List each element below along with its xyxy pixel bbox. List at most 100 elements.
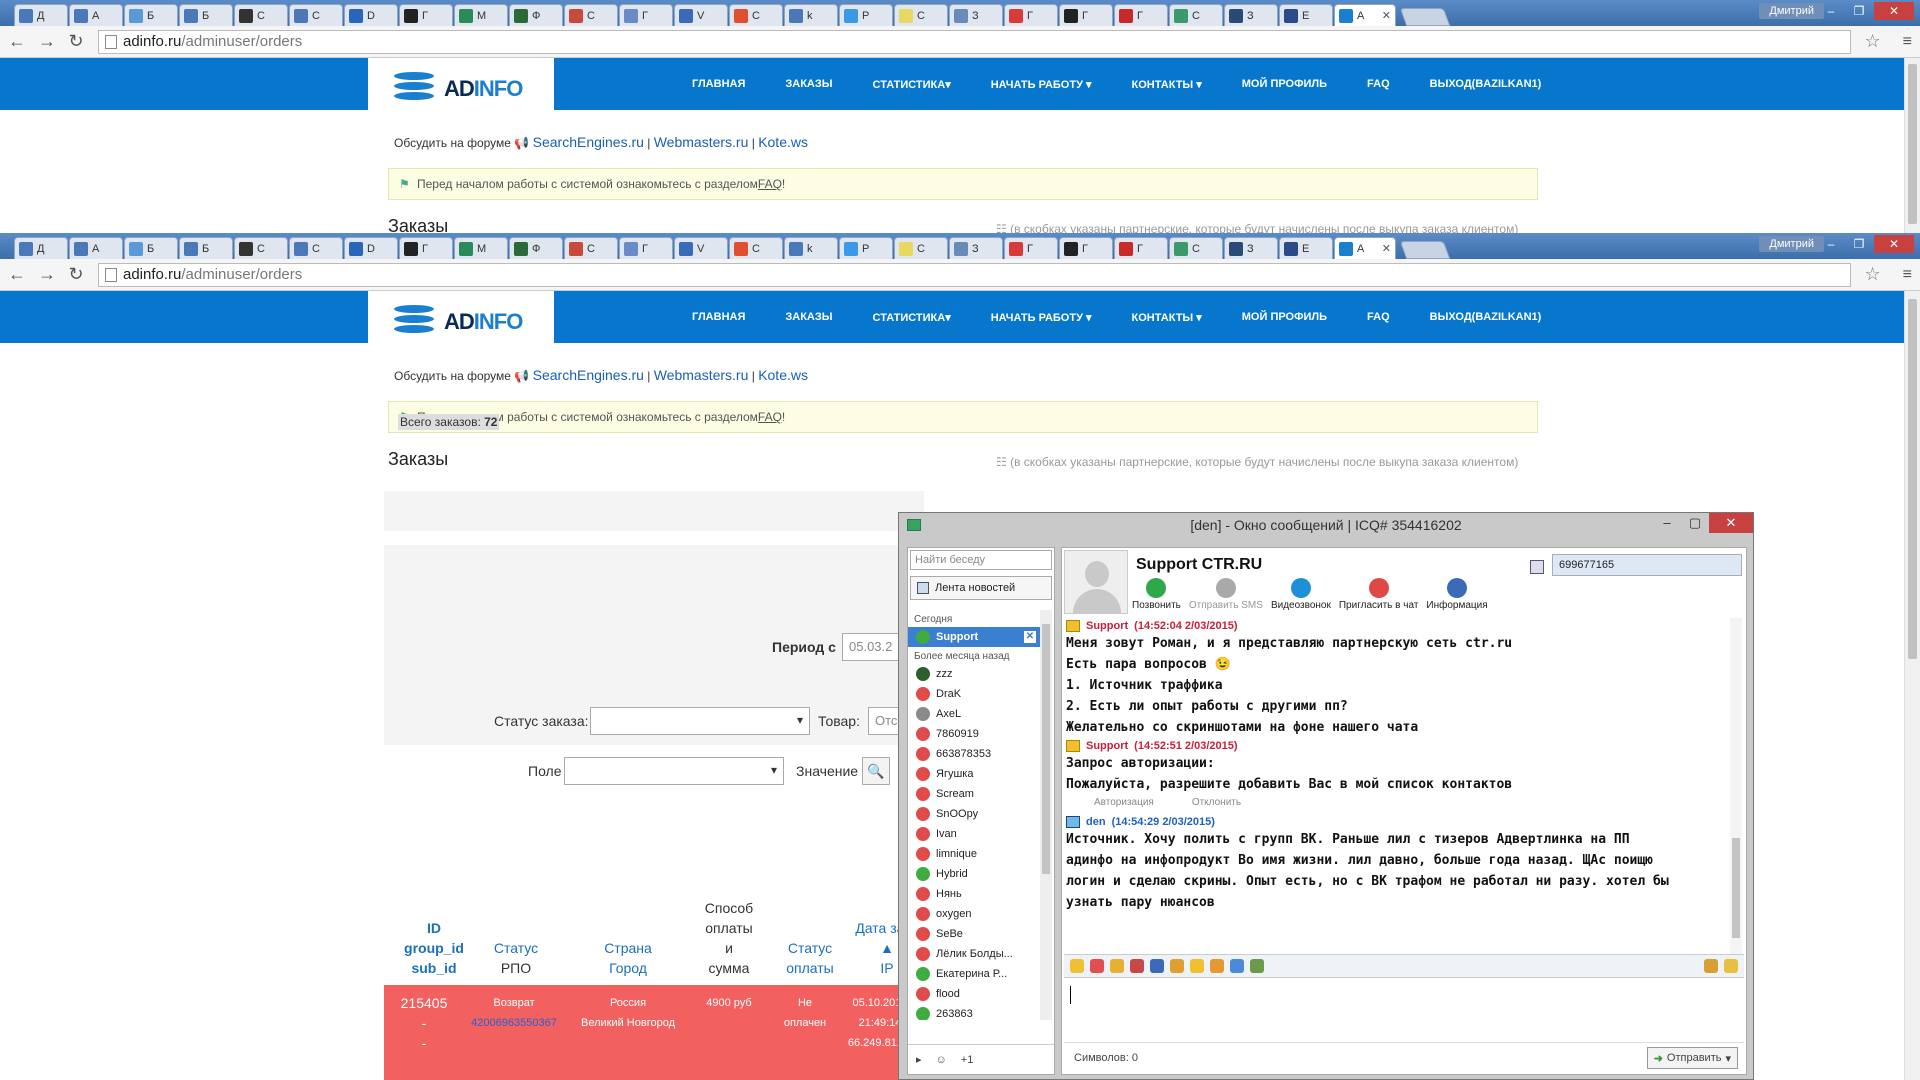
page-scrollbar[interactable] <box>1904 58 1920 233</box>
browser-tab[interactable]: D <box>344 237 398 259</box>
contact-item[interactable]: AxeL <box>908 704 1040 724</box>
profile-badge[interactable]: Дмитрий <box>1759 3 1824 19</box>
contact-item[interactable]: SeBe <box>908 924 1040 944</box>
forum-link-kote[interactable]: Kote.ws <box>758 367 808 383</box>
site-logo[interactable]: ADINFO <box>368 58 554 120</box>
minimize-icon[interactable]: – <box>1818 2 1844 20</box>
nav-item[interactable]: ГЛАВНАЯ <box>672 78 765 90</box>
forward-icon[interactable]: → <box>38 31 56 52</box>
browser-tab[interactable]: k <box>784 237 838 259</box>
browser-tab[interactable]: V <box>674 4 728 26</box>
reload-icon[interactable]: ↻ <box>68 31 84 52</box>
browser-tab[interactable]: С <box>729 237 783 259</box>
table-header-cell[interactable]: Статус РПО <box>464 938 568 978</box>
contact-item[interactable]: 263863 <box>908 1004 1040 1020</box>
reload-icon[interactable]: ↻ <box>68 264 84 285</box>
contact-support[interactable]: Support ✕ <box>908 627 1040 647</box>
field-select[interactable] <box>564 757 784 785</box>
forum-link-searchengines[interactable]: SearchEngines.ru <box>533 367 644 383</box>
close-conversation-icon[interactable]: ✕ <box>1024 631 1036 643</box>
browser-tab[interactable]: Б <box>124 4 178 26</box>
tab-close-icon[interactable]: ✕ <box>1382 9 1391 22</box>
browser-tab[interactable]: З <box>949 237 1003 259</box>
nav-item[interactable]: МОЙ ПРОФИЛЬ <box>1222 78 1347 90</box>
browser-tab[interactable]: Б <box>124 237 178 259</box>
browser-tab[interactable]: С <box>289 237 343 259</box>
contact-number-field[interactable]: 699677165 <box>1552 554 1742 576</box>
table-row[interactable]: 215405- - Возврат 42006963550367 Россия Вел… <box>384 985 912 1080</box>
nav-item[interactable]: МОЙ ПРОФИЛЬ <box>1222 311 1347 323</box>
send-button[interactable]: ➜ Отправить ▾ <box>1646 1047 1738 1069</box>
nav-item[interactable]: ГЛАВНАЯ <box>672 311 765 323</box>
contact-card-icon[interactable] <box>1530 560 1544 574</box>
news-feed-button[interactable]: Лента новостей <box>910 576 1052 600</box>
nav-item[interactable]: FAQ <box>1347 78 1410 90</box>
contact-item[interactable]: Ягушка <box>908 764 1040 784</box>
filter-icon[interactable] <box>1704 959 1718 973</box>
browser-tab[interactable]: Е <box>1279 4 1333 26</box>
browser-tab[interactable]: V <box>674 237 728 259</box>
contact-item[interactable]: 7860919 <box>908 724 1040 744</box>
contact-item[interactable]: Лёлик Болды... <box>908 944 1040 964</box>
status-icon[interactable]: ☺ <box>936 1054 947 1066</box>
forum-link-webmasters[interactable]: Webmasters.ru <box>654 134 749 150</box>
page-scrollbar[interactable] <box>1904 291 1920 1080</box>
browser-tab[interactable]: Г <box>1059 4 1113 26</box>
browser-tab[interactable]: С <box>234 237 288 259</box>
browser-tab[interactable]: М <box>454 237 508 259</box>
action-0[interactable]: Позвонить <box>1132 578 1181 611</box>
contact-item[interactable]: Ivan <box>908 824 1040 844</box>
order-status-select[interactable] <box>590 707 810 735</box>
nav-item[interactable]: ЗАКАЗЫ <box>765 78 852 90</box>
action-2[interactable]: Видеозвонок <box>1271 578 1331 611</box>
nav-item[interactable]: СТАТИСТИКА▾ <box>853 311 971 324</box>
address-bar[interactable]: adinfo.ru/adminuser/orders <box>98 262 1851 287</box>
close-icon[interactable]: ✕ <box>1709 513 1753 533</box>
contact-item[interactable]: DraK <box>908 684 1040 704</box>
contact-item[interactable]: flood <box>908 984 1040 1004</box>
nav-item[interactable]: ЗАКАЗЫ <box>765 311 852 323</box>
restore-icon[interactable]: ❐ <box>1846 235 1872 253</box>
nav-item[interactable]: НАЧАТЬ РАБОТУ ▾ <box>971 78 1112 91</box>
message-input[interactable] <box>1064 980 1744 1038</box>
contact-item[interactable]: Hybrid <box>908 864 1040 884</box>
site-logo[interactable]: ADINFO <box>368 291 554 353</box>
expand-arrow-icon[interactable]: ▸ <box>916 1053 922 1066</box>
contact-list-scrollbar[interactable] <box>1040 610 1052 1020</box>
address-bar[interactable]: adinfo.ru/adminuser/orders <box>98 29 1851 54</box>
send-file-icon[interactable] <box>1210 959 1224 973</box>
nav-item[interactable]: ВЫХОД(BAZILKAN1) <box>1410 78 1562 90</box>
restore-icon[interactable]: ❐ <box>1846 2 1872 20</box>
minimize-icon[interactable]: – <box>1818 235 1844 253</box>
forward-icon[interactable]: → <box>38 264 56 285</box>
back-icon[interactable]: ← <box>8 264 26 285</box>
period-from-input[interactable]: 05.03.2 <box>842 633 904 661</box>
contact-item[interactable]: zzz <box>908 664 1040 684</box>
browser-tab[interactable]: Г <box>399 4 453 26</box>
rpo-link[interactable]: 42006963550367 <box>471 1017 557 1029</box>
bookmark-star-icon[interactable]: ☆ <box>1865 31 1881 52</box>
search-button[interactable]: 🔍 <box>862 757 890 785</box>
browser-tab-active[interactable]: А ✕ <box>1334 237 1396 259</box>
smiley-icon[interactable] <box>1070 959 1084 973</box>
message-history-scrollbar[interactable] <box>1730 618 1742 954</box>
browser-tab[interactable]: Г <box>1114 4 1168 26</box>
browser-tab[interactable]: С <box>894 4 948 26</box>
browser-tab[interactable]: С <box>894 237 948 259</box>
new-tab-button[interactable] <box>1399 241 1451 259</box>
browser-tab[interactable]: З <box>1224 4 1278 26</box>
contact-item[interactable]: limnique <box>908 844 1040 864</box>
profile-badge[interactable]: Дмитрий <box>1759 236 1824 252</box>
table-header-cell[interactable]: Страна Город <box>568 938 688 978</box>
browser-tab[interactable]: С <box>564 237 618 259</box>
format-icon[interactable] <box>1170 959 1184 973</box>
browser-tab[interactable]: С <box>1169 4 1223 26</box>
contact-item[interactable]: Екатерина Р... <box>908 964 1040 984</box>
browser-tab[interactable]: З <box>1224 237 1278 259</box>
forum-link-searchengines[interactable]: SearchEngines.ru <box>533 134 644 150</box>
action-1[interactable]: Отправить SMS <box>1189 578 1263 611</box>
tab-close-icon[interactable]: ✕ <box>1382 242 1391 255</box>
browser-tab[interactable]: Г <box>619 237 673 259</box>
send-options-chevron-icon[interactable]: ▾ <box>1725 1052 1731 1065</box>
menu-icon[interactable]: ≡ <box>1903 266 1912 284</box>
